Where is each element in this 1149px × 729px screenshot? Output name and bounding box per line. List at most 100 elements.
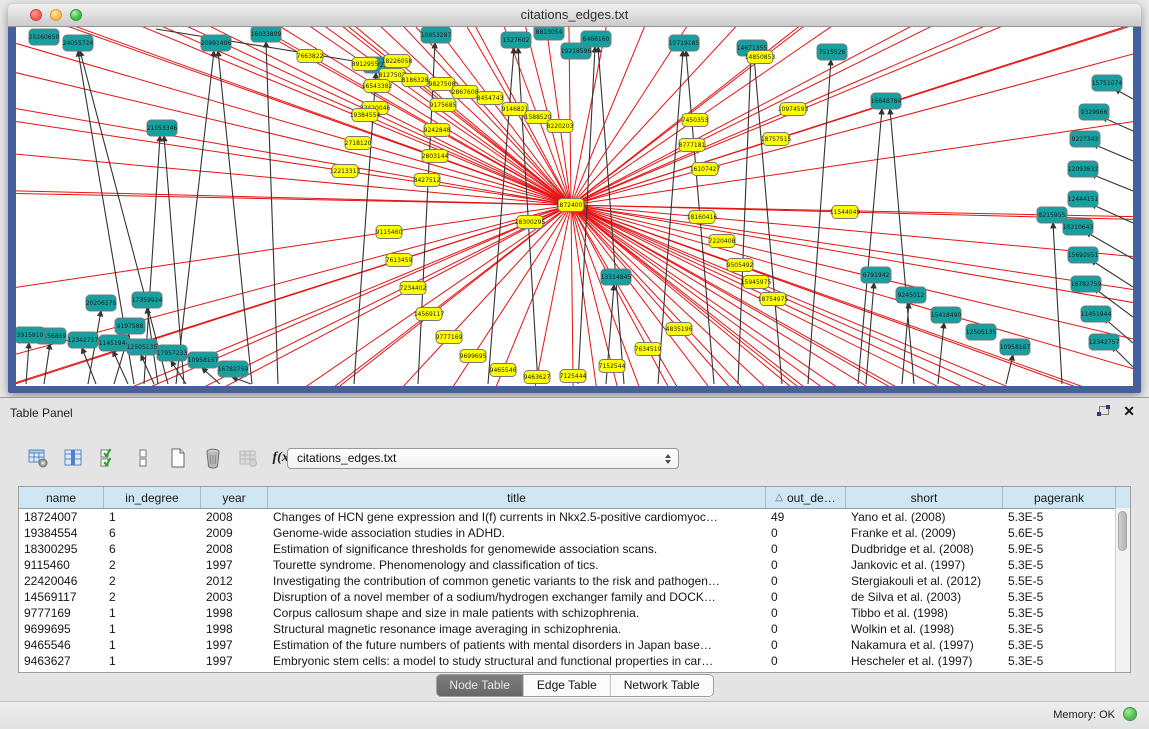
table-row[interactable]: 1456911722003Disruption of a novel membe… bbox=[19, 589, 1130, 605]
graph-node[interactable]: 6466160 bbox=[581, 31, 611, 47]
table-row[interactable]: 1938455462009Genome-wide association stu… bbox=[19, 525, 1130, 541]
graph-node[interactable]: 2718120 bbox=[345, 137, 372, 150]
graph-node[interactable]: 14569117 bbox=[414, 308, 445, 321]
show-columns-icon[interactable] bbox=[61, 446, 85, 470]
graph-node[interactable]: 10958167 bbox=[1000, 339, 1031, 355]
graph-node[interactable]: 10653287 bbox=[421, 27, 452, 43]
graph-node[interactable]: 15692951 bbox=[1068, 247, 1099, 263]
graph-node[interactable]: 7234402 bbox=[400, 282, 427, 295]
graph-node[interactable]: 9329966 bbox=[1079, 104, 1109, 120]
zoom-window-button[interactable] bbox=[70, 9, 82, 21]
graph-node[interactable]: 12093832 bbox=[1068, 161, 1099, 177]
column-header-title[interactable]: title bbox=[268, 487, 766, 508]
graph-node[interactable]: 15945975 bbox=[741, 276, 772, 289]
graph-node[interactable]: 18226058 bbox=[382, 55, 413, 68]
graph-node[interactable]: 10719185 bbox=[669, 35, 700, 51]
close-window-button[interactable] bbox=[30, 9, 42, 21]
close-panel-icon[interactable]: ✕ bbox=[1123, 404, 1135, 418]
graph-node[interactable]: 9463627 bbox=[524, 371, 551, 384]
graph-node[interactable]: 24055724 bbox=[63, 35, 94, 51]
graph-node[interactable]: 17359924 bbox=[132, 292, 163, 308]
graph-node[interactable]: 2803144 bbox=[422, 150, 449, 163]
unselect-all-columns-icon[interactable] bbox=[131, 446, 155, 470]
graph-node[interactable]: 7152544 bbox=[599, 360, 626, 373]
graph-node[interactable]: 6791942 bbox=[861, 267, 891, 283]
scrollbar-thumb[interactable] bbox=[1118, 511, 1127, 551]
graph-node[interactable]: 16782759 bbox=[1071, 276, 1102, 292]
graph-node[interactable]: 1527602 bbox=[501, 32, 531, 48]
graph-node[interactable]: 2867608 bbox=[452, 86, 479, 99]
graph-node[interactable]: 12213313 bbox=[330, 165, 361, 178]
graph-node[interactable]: 18757515 bbox=[761, 133, 792, 146]
graph-node[interactable]: 8220203 bbox=[547, 120, 574, 133]
table-row[interactable]: 946362711997Embryonic stem cells: a mode… bbox=[19, 653, 1130, 669]
graph-node[interactable]: 7515526 bbox=[817, 44, 847, 60]
table-row[interactable]: 1830029562008Estimation of significance … bbox=[19, 541, 1130, 557]
graph-node[interactable]: 18160416 bbox=[687, 211, 718, 224]
graph-node[interactable]: 12444151 bbox=[1068, 191, 1099, 207]
graph-node[interactable]: 21053346 bbox=[147, 120, 178, 136]
graph-node[interactable]: 14850853 bbox=[745, 51, 776, 64]
citation-network-graph[interactable]: 2526065024055724206914061603380978572241… bbox=[16, 27, 1133, 386]
vertical-scrollbar[interactable] bbox=[1115, 508, 1130, 672]
minimize-window-button[interactable] bbox=[50, 9, 62, 21]
graph-node[interactable]: 16648784 bbox=[871, 93, 902, 109]
column-header-short[interactable]: short bbox=[846, 487, 1003, 508]
graph-node[interactable]: 10958167 bbox=[188, 352, 219, 368]
table-selector-dropdown[interactable]: citations_edges.txt bbox=[287, 448, 679, 469]
graph-node[interactable]: 18754975 bbox=[758, 293, 789, 306]
delete-table-icon[interactable] bbox=[201, 446, 225, 470]
graph-node[interactable]: 7613459 bbox=[386, 254, 413, 267]
graph-node[interactable]: 9197588 bbox=[115, 318, 145, 334]
tab-network-table[interactable]: Network Table bbox=[611, 675, 713, 696]
graph-node[interactable]: 9505492 bbox=[727, 259, 754, 272]
graph-node[interactable]: 15418490 bbox=[931, 307, 962, 323]
graph-node[interactable]: 11544049 bbox=[830, 206, 861, 219]
network-canvas[interactable]: 2526065024055724206914061603380978572241… bbox=[16, 27, 1133, 386]
graph-node[interactable]: 9699695 bbox=[460, 350, 487, 363]
graph-node[interactable]: 8427512 bbox=[414, 174, 441, 187]
column-header-year[interactable]: year bbox=[201, 487, 268, 508]
table-row[interactable]: 969969511998Structural magnetic resonanc… bbox=[19, 621, 1130, 637]
graph-node[interactable]: 16543382 bbox=[362, 80, 393, 93]
tab-edge-table[interactable]: Edge Table bbox=[524, 675, 611, 696]
new-table-icon[interactable] bbox=[166, 446, 190, 470]
column-header-name[interactable]: name bbox=[19, 487, 104, 508]
tab-node-table[interactable]: Node Table bbox=[436, 675, 524, 696]
graph-node[interactable]: 20691406 bbox=[201, 35, 232, 51]
graph-node[interactable]: 4835196 bbox=[666, 323, 693, 336]
table-row[interactable]: 946554611997Estimation of the future num… bbox=[19, 637, 1130, 653]
graph-node[interactable]: 9115460 bbox=[376, 226, 403, 239]
graph-node[interactable]: 25260650 bbox=[29, 29, 60, 45]
graph-node[interactable]: 12505135 bbox=[966, 324, 997, 340]
graph-node[interactable]: 7220408 bbox=[709, 235, 736, 248]
graph-node[interactable]: 3915910 bbox=[16, 327, 45, 343]
graph-node[interactable]: 8454743 bbox=[477, 92, 504, 105]
column-header-pagerank[interactable]: pagerank bbox=[1003, 487, 1116, 508]
select-all-columns-icon[interactable] bbox=[96, 446, 120, 470]
graph-node[interactable]: 9175685 bbox=[430, 99, 457, 112]
graph-node[interactable]: 9245012 bbox=[896, 287, 926, 303]
graph-node[interactable]: 7634519 bbox=[635, 343, 662, 356]
table-row[interactable]: 977716911998Corpus callosum shape and si… bbox=[19, 605, 1130, 621]
graph-node[interactable]: 8186328 bbox=[402, 74, 429, 87]
graph-node[interactable]: 15751074 bbox=[1092, 75, 1123, 91]
table-row[interactable]: 1872400712008Changes of HCN gene express… bbox=[19, 509, 1130, 525]
graph-node[interactable]: 7125444 bbox=[560, 370, 587, 383]
table-settings-icon[interactable] bbox=[26, 446, 50, 470]
graph-node[interactable]: 8777181 bbox=[679, 139, 706, 152]
graph-node[interactable]: 16107427 bbox=[690, 163, 721, 176]
table-row[interactable]: 2242004622012Investigating the contribut… bbox=[19, 573, 1130, 589]
graph-node[interactable]: 8215955 bbox=[1037, 207, 1067, 223]
graph-node[interactable]: 9242848 bbox=[424, 124, 451, 137]
window-titlebar[interactable]: citations_edges.txt bbox=[8, 4, 1141, 27]
graph-node[interactable]: 17957233 bbox=[157, 345, 188, 361]
graph-node[interactable]: 19384554 bbox=[350, 109, 381, 122]
graph-node[interactable]: 7663822 bbox=[297, 50, 324, 63]
graph-node[interactable]: 10974593 bbox=[778, 103, 809, 116]
graph-node[interactable]: 8912955 bbox=[352, 58, 379, 71]
graph-node[interactable]: 16782759 bbox=[218, 361, 249, 377]
graph-node[interactable]: 13514845 bbox=[601, 269, 632, 285]
graph-node[interactable]: 9465546 bbox=[490, 364, 517, 377]
graph-node[interactable]: 20206576 bbox=[86, 295, 117, 311]
